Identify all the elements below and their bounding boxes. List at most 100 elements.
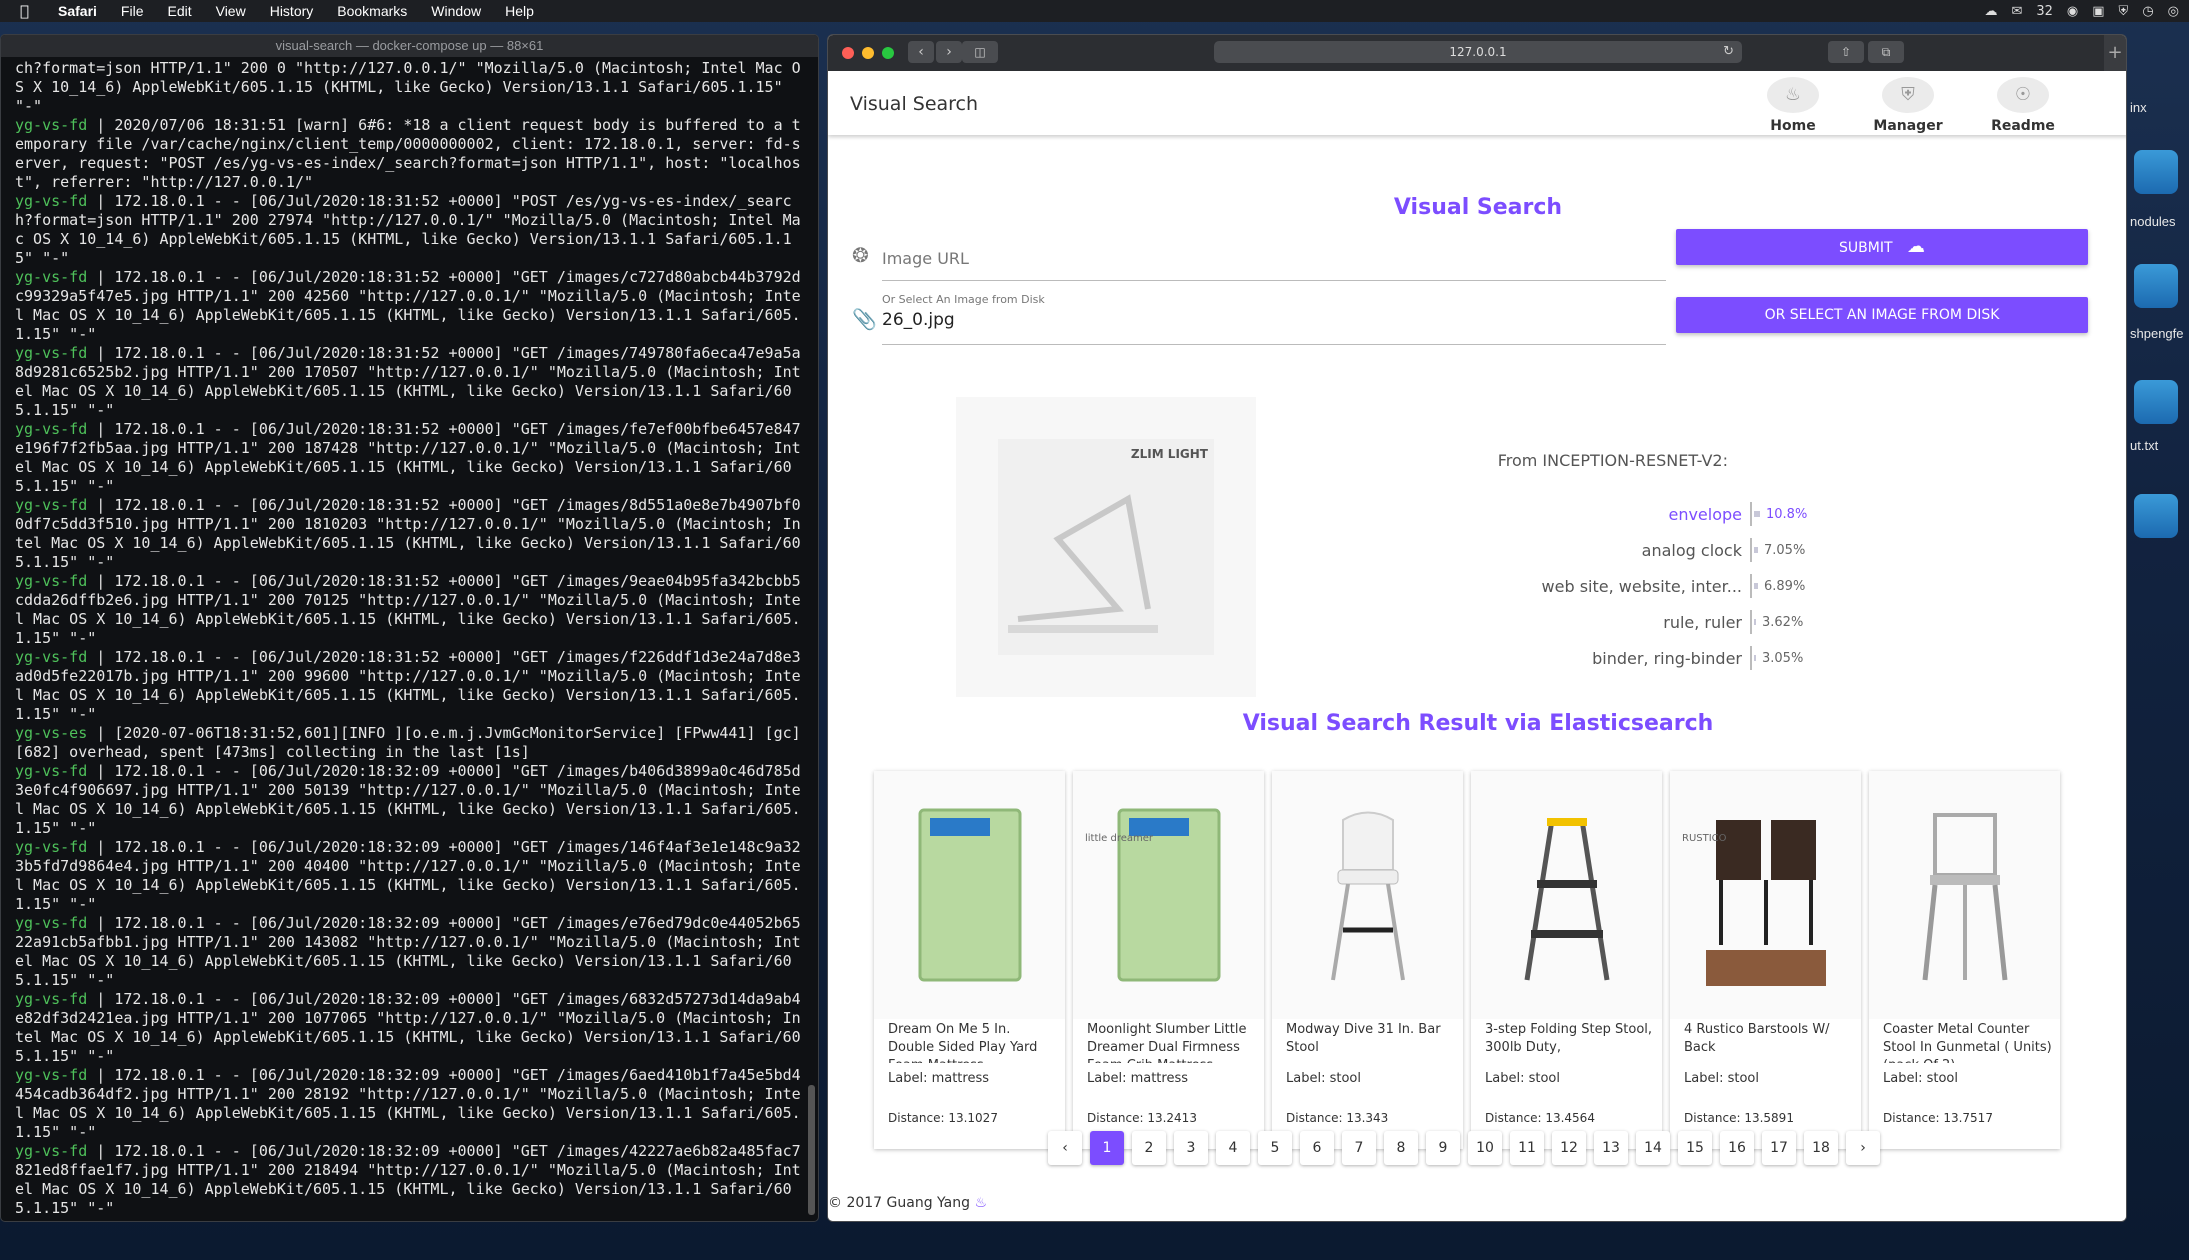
nav-readme[interactable]: ☉ Readme — [1978, 77, 2068, 134]
wifi-icon[interactable]: ◎ — [2168, 4, 2179, 19]
result-card[interactable]: Modway Dive 31 In. Bar Stool Label: stool… — [1272, 771, 1463, 1149]
folder-icon[interactable] — [2134, 264, 2178, 308]
page-button[interactable]: 11 — [1510, 1131, 1544, 1165]
page-button[interactable]: 16 — [1720, 1131, 1754, 1165]
terminal-window: visual-search — docker-compose up — 88×6… — [0, 34, 819, 1222]
zoom-window-icon[interactable] — [882, 47, 894, 59]
result-label: Label: mattress — [1087, 1071, 1189, 1086]
service-name: yg-vs-es — [15, 724, 88, 742]
image-url-input[interactable]: Image URL — [882, 241, 1666, 281]
result-card[interactable]: Coaster Metal Counter Stool In Gunmetal … — [1869, 771, 2060, 1149]
preview-brand-text: ZLIM LIGHT — [1130, 447, 1208, 461]
page-button[interactable]: 18 — [1804, 1131, 1838, 1165]
page-button[interactable]: 9 — [1426, 1131, 1460, 1165]
page-button[interactable]: 14 — [1636, 1131, 1670, 1165]
service-name: yg-vs-fd — [15, 1066, 88, 1084]
service-name: yg-vs-fd — [15, 116, 88, 134]
terminal-line: yg-vs-fd | 172.18.0.1 - - [06/Jul/2020:1… — [15, 496, 801, 571]
nav-readme-label: Readme — [1991, 118, 2055, 134]
desktop-label[interactable]: nodules — [2130, 214, 2176, 229]
prediction-percent: 10.8% — [1766, 506, 1808, 522]
folder-icon[interactable] — [2134, 150, 2178, 194]
reload-icon[interactable]: ↻ — [1723, 41, 1734, 63]
nav-manager-label: Manager — [1873, 118, 1943, 134]
terminal-line: ch?format=json HTTP/1.1" 200 0 "http://1… — [15, 59, 801, 115]
display-icon[interactable]: ▣ — [2092, 4, 2104, 19]
desktop-label[interactable]: ut.txt — [2130, 438, 2158, 453]
submit-button[interactable]: SUBMIT ☁ — [1676, 229, 2088, 265]
result-card[interactable]: Dream On Me 5 In. Double Sided Play Yard… — [874, 771, 1065, 1149]
page-button[interactable]: 8 — [1384, 1131, 1418, 1165]
terminal-line: yg-vs-fd | 172.18.0.1 - - [06/Jul/2020:1… — [15, 990, 801, 1065]
menu-view[interactable]: View — [216, 3, 246, 19]
terminal-line: yg-vs-fd | 172.18.0.1 - - [06/Jul/2020:1… — [15, 838, 801, 913]
sync-icon[interactable]: ◉ — [2067, 4, 2078, 19]
log-text: | 172.18.0.1 - - [06/Jul/2020:18:32:09 +… — [15, 914, 801, 989]
page-button[interactable]: 1 — [1090, 1131, 1124, 1165]
menu-edit[interactable]: Edit — [167, 3, 191, 19]
terminal-scrollbar[interactable] — [808, 1085, 815, 1215]
page-button[interactable]: 17 — [1762, 1131, 1796, 1165]
back-icon[interactable]: ‹ — [908, 41, 934, 63]
clock-icon[interactable]: ◷ — [2142, 4, 2153, 19]
prediction-row: envelope 10.8% — [1448, 496, 1888, 532]
prediction-row: rule, ruler 3.62% — [1448, 604, 1888, 640]
page-button[interactable]: 7 — [1342, 1131, 1376, 1165]
result-distance: Distance: 13.2413 — [1087, 1111, 1197, 1125]
result-card[interactable]: 3-step Folding Step Stool, 300lb Duty, La… — [1471, 771, 1662, 1149]
page-button[interactable]: 13 — [1594, 1131, 1628, 1165]
page-button[interactable]: 12 — [1552, 1131, 1586, 1165]
page-button[interactable]: 3 — [1174, 1131, 1208, 1165]
folder-icon[interactable] — [2134, 494, 2178, 538]
forward-icon[interactable]: › — [936, 41, 962, 63]
desktop-label[interactable]: inx — [2130, 100, 2147, 115]
share-icon[interactable]: ⇧ — [1828, 41, 1864, 63]
terminal-line: yg-vs-es | [2020-07-06T18:31:52,601][INF… — [15, 724, 801, 761]
sidebar-icon[interactable]: ◫ — [962, 41, 998, 63]
file-icon[interactable] — [2134, 380, 2178, 424]
page-button[interactable]: 15 — [1678, 1131, 1712, 1165]
select-from-disk-button[interactable]: OR SELECT AN IMAGE FROM DISK — [1676, 297, 2088, 333]
desktop-label[interactable]: shpengfe — [2130, 326, 2184, 341]
menu-help[interactable]: Help — [505, 3, 534, 19]
menu-window[interactable]: Window — [431, 3, 481, 19]
new-tab-icon[interactable]: + — [2104, 35, 2126, 71]
prediction-bar: 3.05% — [1750, 646, 1803, 670]
pagination-prev-icon[interactable]: ‹ — [1048, 1131, 1082, 1165]
page-button[interactable]: 2 — [1132, 1131, 1166, 1165]
tabs-overview-icon[interactable]: ⧉ — [1868, 41, 1904, 63]
menu-app-name[interactable]: Safari — [58, 3, 97, 19]
model-label: From INCEPTION-RESNET-V2: — [1497, 451, 1728, 470]
menu-bookmarks[interactable]: Bookmarks — [337, 3, 407, 19]
pagination-next-icon[interactable]: › — [1846, 1131, 1880, 1165]
page-button[interactable]: 4 — [1216, 1131, 1250, 1165]
menu-history[interactable]: History — [270, 3, 314, 19]
result-card[interactable]: little dreamer Moonlight Slumber Little D… — [1073, 771, 1264, 1149]
page-button[interactable]: 6 — [1300, 1131, 1334, 1165]
safari-window: ‹ › ◫ 127.0.0.1 ↻ ⇧ ⧉ + Visual Search ♨ … — [827, 34, 2127, 1222]
page-button[interactable]: 5 — [1258, 1131, 1292, 1165]
address-bar[interactable]: 127.0.0.1 ↻ — [1214, 41, 1742, 63]
nav-home[interactable]: ♨ Home — [1748, 77, 1838, 134]
prediction-bar-fill — [1754, 511, 1760, 517]
menu-file[interactable]: File — [121, 3, 144, 19]
apple-icon[interactable]:  — [20, 2, 36, 20]
disk-file-field[interactable]: Or Select An Image from Disk 26_0.jpg — [882, 293, 1666, 345]
app-bar: Visual Search ♨ Home ⛨ Manager ☉ Readme — [828, 71, 2126, 135]
nav-manager[interactable]: ⛨ Manager — [1863, 77, 1953, 134]
page-button[interactable]: 10 — [1468, 1131, 1502, 1165]
docker-icon[interactable]: ☁ — [1984, 4, 1997, 19]
shield-icon[interactable]: ⛨ — [2119, 4, 2129, 19]
close-window-icon[interactable] — [842, 47, 854, 59]
nav-home-label: Home — [1770, 118, 1816, 134]
prediction-bar: 6.89% — [1750, 574, 1805, 598]
minimize-window-icon[interactable] — [862, 47, 874, 59]
service-name: yg-vs-fd — [15, 420, 88, 438]
prediction-label: web site, website, inter... — [1541, 576, 1742, 596]
log-text: | 172.18.0.1 - - [06/Jul/2020:18:31:52 +… — [15, 420, 801, 495]
result-card[interactable]: RUSTICO 4 Rustico Barstools W/ Back Label:… — [1670, 771, 1861, 1149]
wechat-icon[interactable]: ✉ — [2011, 4, 2022, 19]
log-text: ch?format=json HTTP/1.1" 200 0 "http://1… — [15, 59, 801, 115]
log-text: | 172.18.0.1 - - [06/Jul/2020:18:31:52 +… — [15, 648, 801, 723]
pagination: ‹ 1 2 3 4 5 6 7 8 9 10 11 12 13 14 15 16 17 18 › — [1048, 1131, 1880, 1165]
